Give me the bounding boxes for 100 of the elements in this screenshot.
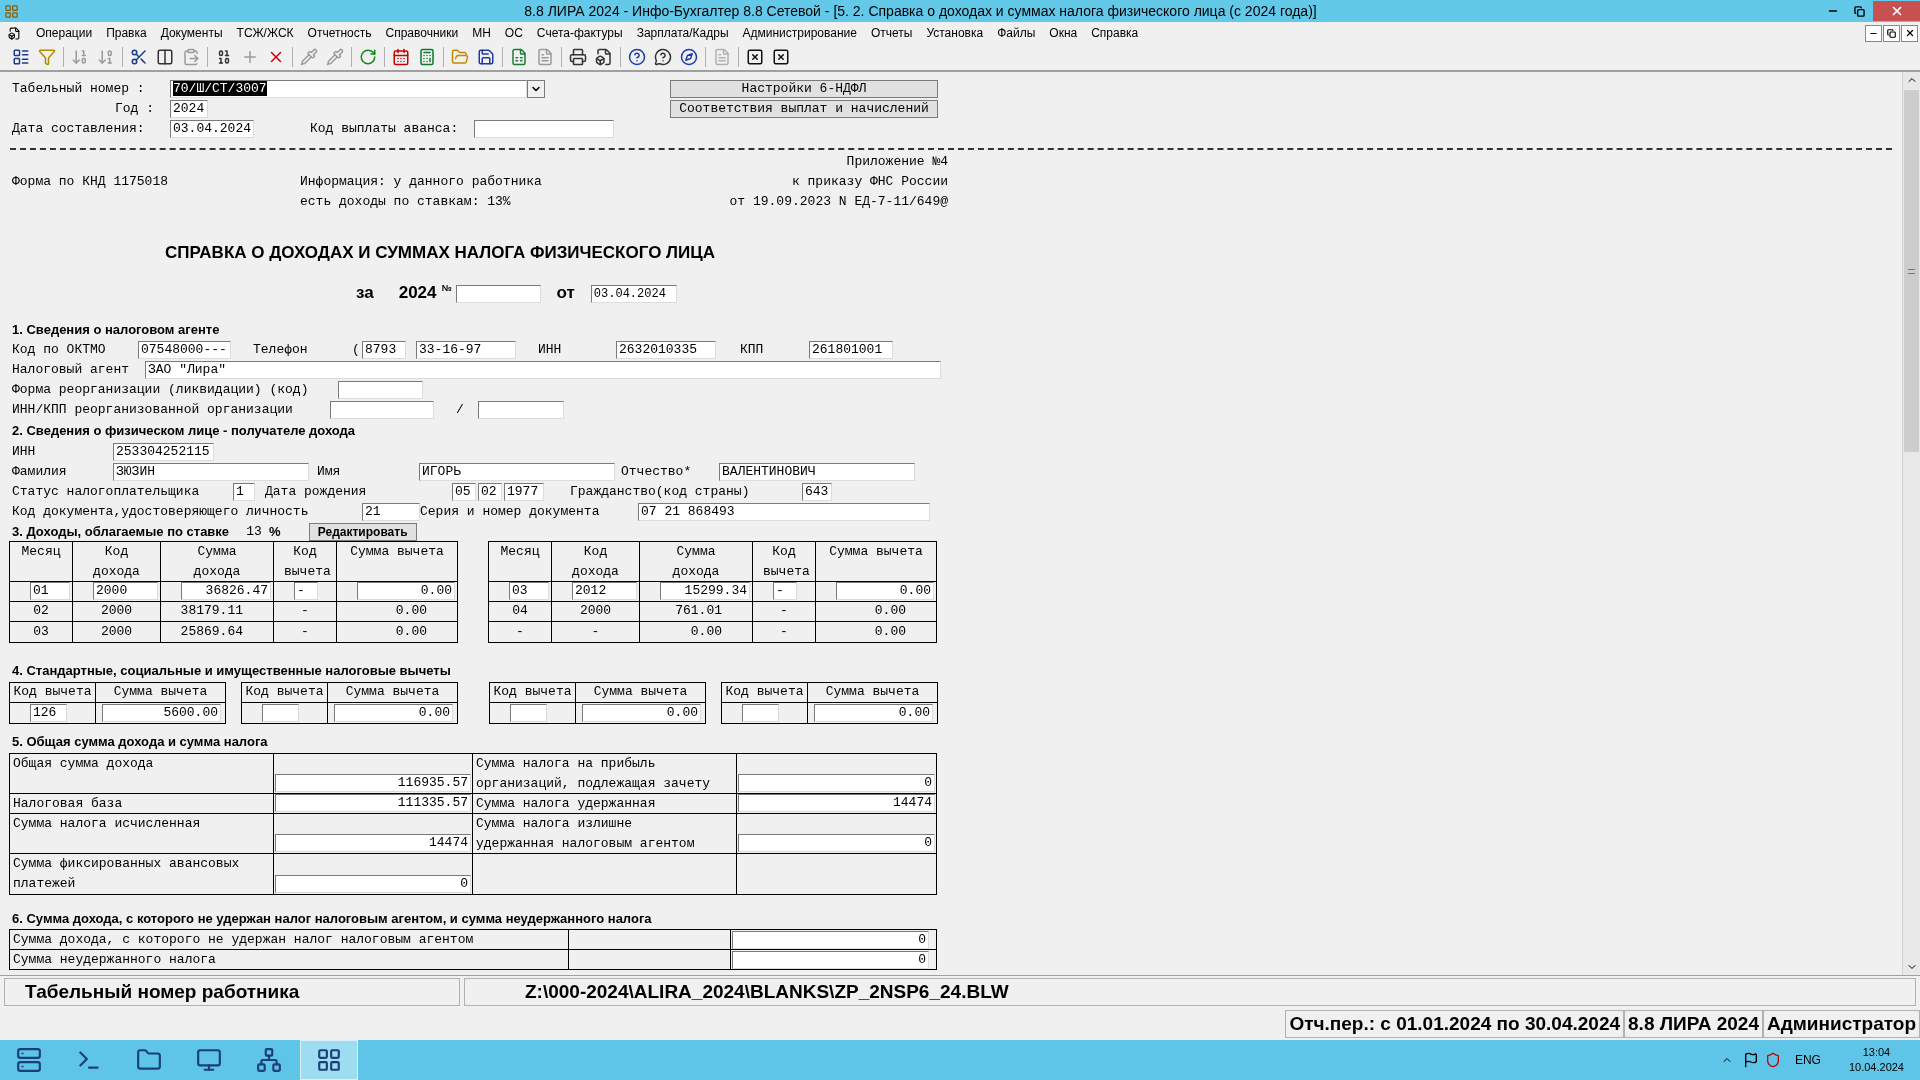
calendar-icon[interactable]	[392, 48, 410, 66]
text-field[interactable]: 2024	[170, 100, 208, 118]
form-button[interactable]: Настройки 6-НДФЛ	[670, 80, 938, 98]
text-field[interactable]: 643	[802, 482, 832, 501]
amount-field[interactable]: 0	[275, 874, 471, 893]
text-field[interactable]: ЗАО "Лира"	[145, 361, 941, 379]
amount-field[interactable]: 14474	[275, 833, 471, 852]
app-icon[interactable]	[3, 3, 19, 19]
text-field[interactable]: ВАЛЕНТИНОВИЧ	[719, 462, 915, 481]
table-row[interactable]: - - 0.00 - 0.00	[489, 621, 936, 642]
columns-icon[interactable]	[156, 48, 174, 66]
amount-field[interactable]: 0	[732, 950, 929, 969]
text-field[interactable]: ЗЮЗИН	[113, 462, 309, 481]
text-field[interactable]: 1	[233, 482, 255, 501]
close-icon[interactable]	[746, 48, 764, 66]
menu-item[interactable]: Отчеты	[863, 24, 920, 42]
text-field[interactable]: 253304252115	[113, 442, 214, 461]
language-indicator[interactable]: ENG	[1794, 1051, 1821, 1069]
context-help-icon[interactable]	[654, 48, 672, 66]
table-row[interactable]: 03 2012 15299.34 - 0.00	[489, 581, 936, 602]
menu-item[interactable]: Администрирование	[735, 24, 864, 42]
text-field[interactable]: 2632010335	[616, 341, 716, 359]
amount-field[interactable]: 116935.57	[275, 773, 471, 792]
menu-item[interactable]: МН	[465, 24, 498, 42]
text-field[interactable]: ИГОРЬ	[419, 462, 615, 481]
restore-button[interactable]	[1883, 24, 1900, 42]
help-icon[interactable]	[628, 48, 646, 66]
text-field[interactable]	[330, 401, 434, 419]
table-cell-field[interactable]: 15299.34	[660, 582, 750, 600]
table-cell-field[interactable]: 36826.47	[181, 582, 271, 600]
table-cell-field[interactable]: -	[773, 582, 797, 600]
spreadsheet-icon[interactable]	[510, 48, 528, 66]
close-button[interactable]	[1901, 24, 1918, 42]
table-cell-field[interactable]: 0.00	[836, 582, 934, 600]
text-field[interactable]	[338, 381, 423, 399]
text-field[interactable]: 05	[452, 482, 476, 501]
clock-time[interactable]: 13:04	[1862, 1045, 1891, 1060]
shield-icon[interactable]	[1764, 1052, 1781, 1068]
menu-item[interactable]: ОС	[497, 24, 530, 42]
code-field[interactable]	[510, 704, 547, 722]
compass-icon[interactable]	[680, 48, 698, 66]
amount-field[interactable]: 5600.00	[102, 704, 221, 722]
menu-item[interactable]: Установка	[919, 24, 991, 42]
menu-item[interactable]: Файлы	[990, 24, 1043, 42]
save-icon[interactable]	[477, 48, 495, 66]
table-row[interactable]: 04 2000 761.01 - 0.00	[489, 601, 936, 622]
scroll-thumb[interactable]	[1904, 90, 1919, 452]
vertical-scrollbar[interactable]	[1902, 72, 1920, 975]
text-field[interactable]: 03.04.2024	[170, 120, 254, 138]
table-cell-field[interactable]: 03	[509, 582, 549, 600]
document-icon[interactable]	[8, 26, 21, 40]
table-row[interactable]: 02 2000 38179.11 - 0.00	[10, 601, 457, 622]
text-field[interactable]: 21	[362, 502, 420, 521]
print-icon[interactable]	[569, 48, 587, 66]
table-cell-field[interactable]: 0.00	[357, 582, 455, 600]
calculator-icon[interactable]	[418, 48, 436, 66]
dropdown-button[interactable]	[527, 80, 545, 98]
text-field[interactable]	[478, 401, 564, 419]
menu-item[interactable]: Операции	[29, 24, 100, 42]
table-cell-field[interactable]: 2012	[572, 582, 637, 600]
amount-field[interactable]: 0	[738, 773, 935, 792]
date-field[interactable]: 03.04.2024	[590, 284, 677, 303]
amount-field[interactable]: 0.00	[582, 704, 701, 722]
sort-ascending-icon[interactable]	[97, 48, 115, 66]
amount-field[interactable]: 0	[732, 930, 929, 949]
form-button[interactable]: Соответствия выплат и начислений	[670, 100, 938, 118]
text-field[interactable]: 8793	[362, 341, 406, 359]
page-icon[interactable]	[595, 48, 613, 66]
number-field[interactable]	[455, 284, 541, 303]
text-field[interactable]: 1977	[504, 482, 544, 501]
menu-item[interactable]: Справочники	[378, 24, 466, 42]
text-field[interactable]: 70/Ш/СТ/3007	[170, 80, 527, 98]
pipette-icon[interactable]	[326, 48, 344, 66]
table-icon[interactable]	[12, 48, 30, 66]
text-field[interactable]: 261801001	[809, 341, 893, 359]
paste-icon[interactable]	[182, 48, 200, 66]
menu-item[interactable]: ТСЖ/ЖСК	[229, 24, 301, 42]
menu-item[interactable]: Отчетность	[300, 24, 379, 42]
menu-item[interactable]: Правка	[99, 24, 154, 42]
table-cell-field[interactable]: 2000	[93, 582, 158, 600]
menu-item[interactable]: Справка	[1084, 24, 1146, 42]
menu-item[interactable]: Счета-фактуры	[529, 24, 630, 42]
table-cell-field[interactable]: -	[294, 582, 318, 600]
filter-icon[interactable]	[38, 48, 56, 66]
taskbar-button[interactable]	[300, 1040, 358, 1080]
flag-icon[interactable]	[1742, 1052, 1759, 1068]
sort-descending-icon[interactable]	[71, 48, 89, 66]
text-field[interactable]: 33-16-97	[416, 341, 516, 359]
text-field[interactable]	[474, 120, 614, 138]
table-cell-field[interactable]: 01	[30, 582, 70, 600]
refresh-icon[interactable]	[359, 48, 377, 66]
text-field[interactable]: 02	[478, 482, 502, 501]
amount-field[interactable]: 0.00	[814, 704, 933, 722]
table-row[interactable]: 03 2000 25869.64 - 0.00	[10, 621, 457, 642]
menu-item[interactable]: Документы	[153, 24, 230, 42]
code-field[interactable]: 126	[30, 704, 67, 722]
text-field[interactable]: 07548000---	[138, 341, 231, 359]
open-folder-icon[interactable]	[451, 48, 469, 66]
amount-field[interactable]: 0	[738, 833, 935, 852]
pipette-icon[interactable]	[300, 48, 318, 66]
